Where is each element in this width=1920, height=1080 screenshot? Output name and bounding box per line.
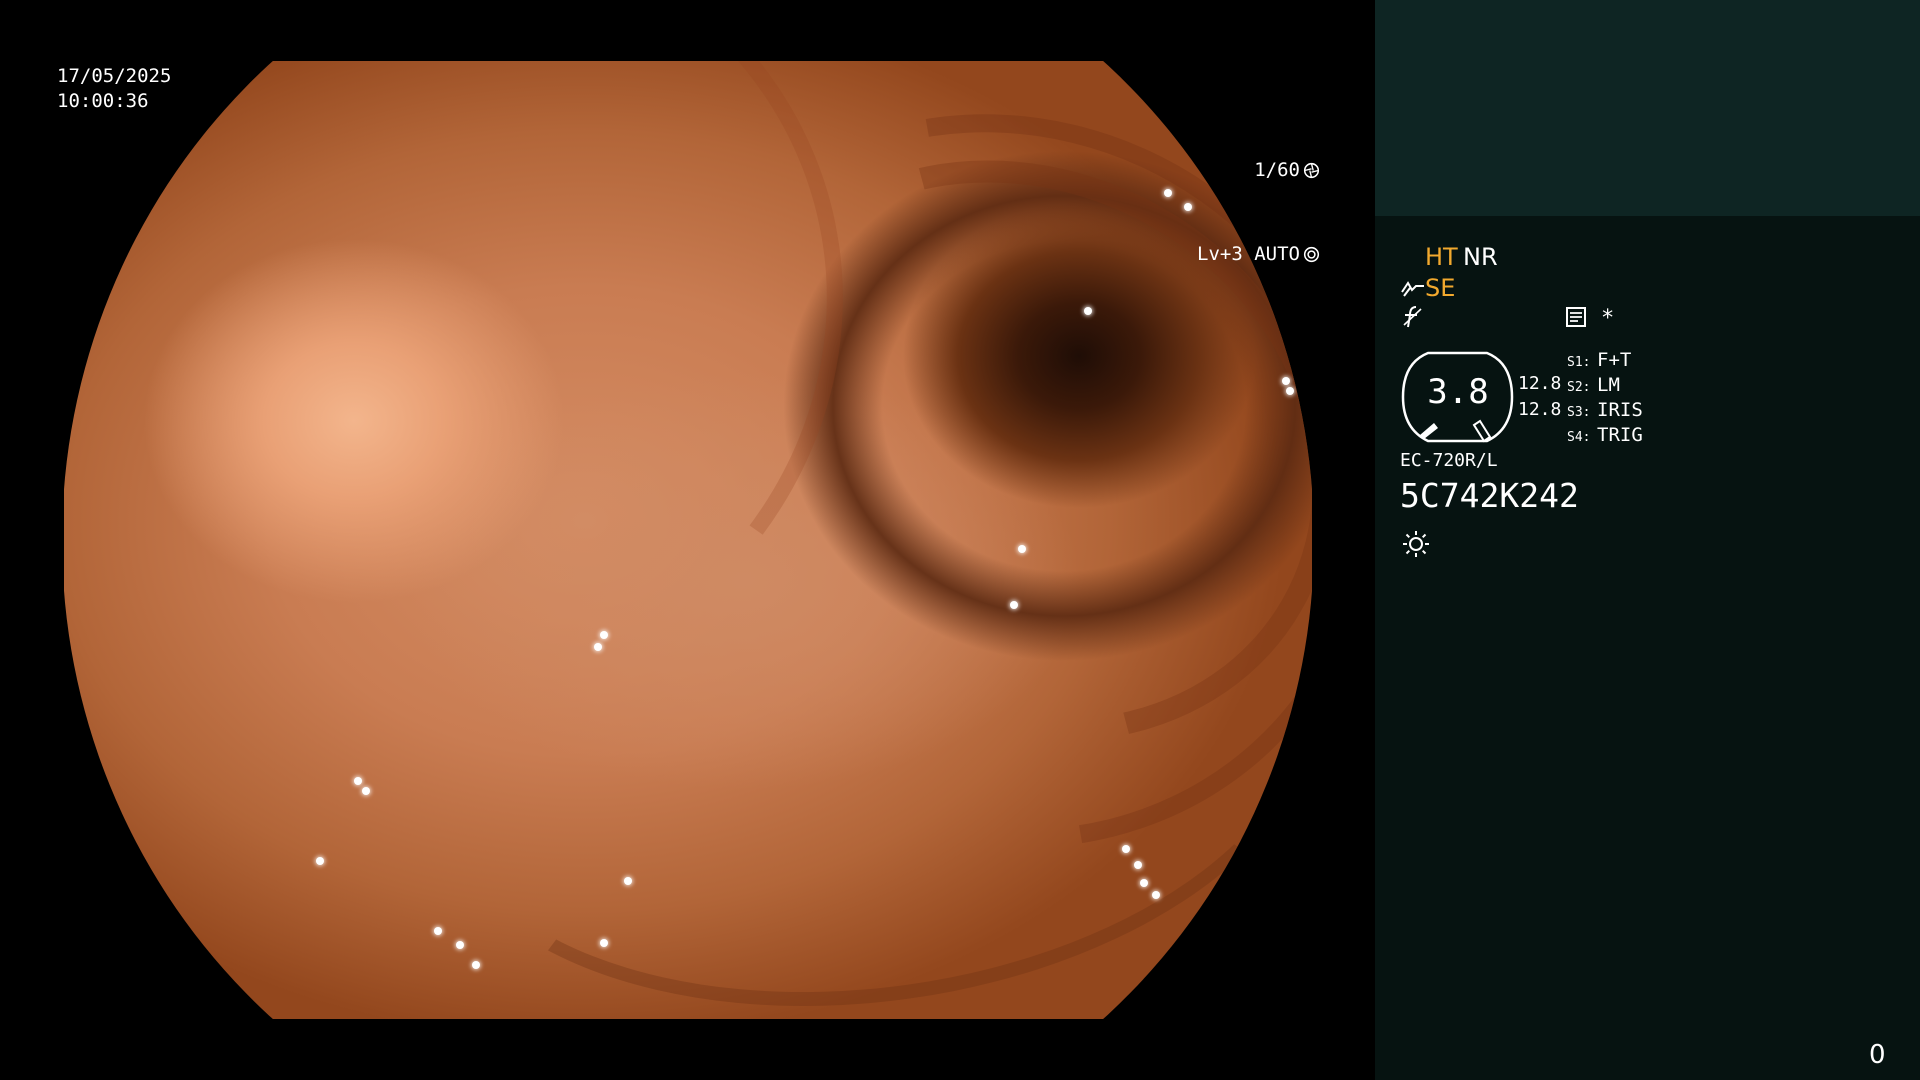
switch-assignment-row: S3: IRIS <box>1567 399 1643 424</box>
record-icon <box>1566 307 1586 327</box>
endoscopic-image <box>64 61 1312 1019</box>
specular-highlight <box>1184 203 1192 211</box>
scope-serial: 5C742K242 <box>1400 476 1579 515</box>
specular-highlight <box>600 631 608 639</box>
specular-highlight <box>1286 387 1294 395</box>
gauge-right-value: 12.8 <box>1518 399 1562 420</box>
iris-auto-icon <box>1303 246 1320 262</box>
specular-highlight <box>316 857 324 865</box>
specular-highlight <box>456 941 464 949</box>
specular-highlight <box>1152 891 1160 899</box>
gauge-value: 3.8 <box>1427 372 1489 412</box>
freeze-icon <box>1403 306 1422 328</box>
switch-assignments: S1: F+T S2: LM S3: IRIS S4: TRIG <box>1567 349 1643 449</box>
switch-assignment-row: S2: LM <box>1567 374 1643 399</box>
switch-value: F+T <box>1597 349 1632 371</box>
ht-mode-label: HT <box>1425 243 1458 271</box>
specular-highlight <box>1134 861 1142 869</box>
switch-assignment-row: S1: F+T <box>1567 349 1643 374</box>
switch-key: S2: <box>1567 380 1591 395</box>
light-source-icon <box>1403 531 1429 557</box>
switch-value: IRIS <box>1597 399 1643 421</box>
date-time-display: 17/05/2025 10:00:36 <box>57 64 171 114</box>
specular-highlight <box>624 877 632 885</box>
gauge-left-value: 12.8 <box>1518 373 1562 394</box>
specular-highlight <box>1282 377 1290 385</box>
panel-header-area <box>1375 0 1920 216</box>
specular-highlight <box>1018 545 1026 553</box>
specular-highlight <box>362 787 370 795</box>
aperture-icon <box>1303 162 1320 178</box>
exposure-readout: 1/60 Lv+3 AUTO <box>1197 100 1320 324</box>
iris-level-text: Lv+3 AUTO <box>1197 243 1300 265</box>
endoscope-video-area: 17/05/2025 10:00:36 1/60 Lv+3 AUTO <box>0 0 1375 1080</box>
asterisk-indicator: * <box>1601 306 1615 331</box>
date-text: 17/05/2025 <box>57 65 172 87</box>
specular-highlight <box>594 643 602 651</box>
enhancement-icon <box>1401 281 1424 297</box>
switch-key: S3: <box>1567 405 1591 420</box>
specular-highlight <box>354 777 362 785</box>
switch-key: S1: <box>1567 355 1591 370</box>
shutter-speed-text: 1/60 <box>1254 159 1300 181</box>
specular-highlight <box>600 939 608 947</box>
specular-highlight <box>1084 307 1092 315</box>
frame-counter: 0 <box>1869 1040 1886 1070</box>
scope-model: EC-720R/L <box>1400 450 1498 471</box>
switch-value: TRIG <box>1597 424 1643 446</box>
endoscope-monitor-screen: 17/05/2025 10:00:36 1/60 Lv+3 AUTO HT NR <box>0 0 1920 1080</box>
switch-value: LM <box>1597 374 1620 396</box>
specular-highlight <box>1140 879 1148 887</box>
time-text: 10:00:36 <box>57 90 149 112</box>
switch-assignment-row: S4: TRIG <box>1567 424 1643 449</box>
info-panel: HT NR SE * 3.8 12.8 12.8 S1: F+T S2: LM … <box>1375 0 1920 1080</box>
se-mode-label: SE <box>1425 274 1456 302</box>
specular-highlight <box>434 927 442 935</box>
nr-mode-label: NR <box>1463 243 1498 271</box>
specular-highlight <box>1164 189 1172 197</box>
specular-highlight <box>472 961 480 969</box>
specular-highlight <box>1010 601 1018 609</box>
specular-highlight <box>1122 845 1130 853</box>
switch-key: S4: <box>1567 430 1591 445</box>
